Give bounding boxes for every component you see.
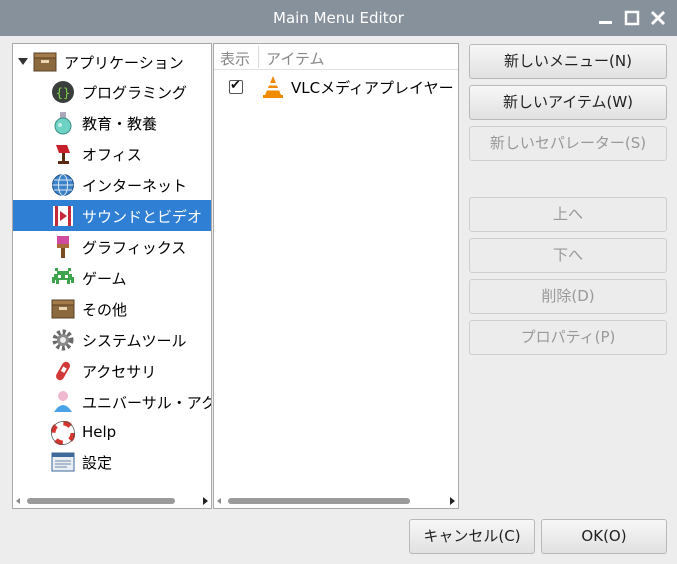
graphics-icon (51, 235, 75, 259)
tree-item-graphics[interactable]: グラフィックス (13, 231, 211, 262)
scrollbar-thumb[interactable] (27, 498, 175, 504)
settings-icon (51, 450, 75, 474)
list-item-vlc[interactable]: VLCメディアプレイヤー (214, 73, 458, 101)
tree-item-label: その他 (82, 301, 128, 319)
new-item-button[interactable]: 新しいアイテム(W) (469, 85, 667, 120)
universal-access-icon (51, 390, 75, 414)
svg-text:{}: {} (56, 86, 70, 100)
tree-item-settings[interactable]: 設定 (13, 446, 211, 477)
tree-item-internet[interactable]: インターネット (13, 169, 211, 200)
tree-item-applications[interactable]: アプリケーション (13, 46, 211, 77)
column-separator (258, 46, 259, 68)
title-bar[interactable]: Main Menu Editor (0, 0, 677, 36)
tree-item-label: ユニバーサル・アクセス (82, 394, 211, 412)
new-menu-button[interactable]: 新しいメニュー(N) (469, 44, 667, 79)
gear-icon (51, 328, 75, 352)
tree-item-label: インターネット (82, 177, 188, 195)
tree-item-sound-video[interactable]: サウンドとビデオ (13, 200, 211, 231)
move-up-button[interactable]: 上へ (469, 197, 667, 232)
tree-item-label: グラフィックス (82, 239, 187, 257)
tree-horizontal-scrollbar[interactable] (13, 494, 211, 508)
game-icon (51, 266, 75, 290)
tree-item-label: ゲーム (82, 270, 127, 288)
window-title: Main Menu Editor (273, 9, 404, 27)
delete-button[interactable]: 削除(D) (469, 279, 667, 314)
maximize-icon[interactable] (622, 8, 642, 28)
scrollbar-thumb[interactable] (228, 498, 410, 504)
box-icon (33, 50, 57, 74)
education-icon (51, 111, 75, 135)
tree-item-universal-access[interactable]: ユニバーサル・アクセス (13, 386, 211, 417)
programming-icon: {} (51, 80, 75, 104)
scroll-right-icon[interactable] (203, 497, 208, 505)
tree-item-label: 設定 (82, 454, 113, 472)
properties-button[interactable]: プロパティ(P) (469, 320, 667, 355)
globe-icon (51, 173, 75, 197)
list-item-label: VLCメディアプレイヤー (291, 79, 454, 97)
column-header-row: 表示 アイテム (214, 44, 458, 70)
scroll-left-icon[interactable] (16, 498, 20, 504)
scroll-left-icon[interactable] (217, 498, 221, 504)
close-icon[interactable] (648, 8, 668, 28)
help-icon (50, 420, 76, 446)
tree-item-system-tools[interactable]: システムツール (13, 324, 211, 355)
tree-item-education[interactable]: 教育・教養 (13, 107, 211, 138)
cancel-button[interactable]: キャンセル(C) (409, 519, 535, 554)
other-icon (51, 297, 75, 321)
tree-item-other[interactable]: その他 (13, 293, 211, 324)
expander-arrow-icon[interactable] (18, 58, 28, 65)
show-checkbox[interactable] (229, 78, 243, 94)
sound-video-icon (51, 204, 75, 228)
tree-item-office[interactable]: オフィス (13, 138, 211, 169)
tree-item-label: プログラミング (82, 84, 188, 102)
column-header-show[interactable]: 表示 (220, 48, 250, 69)
tree-item-label: アプリケーション (64, 54, 184, 72)
ok-button[interactable]: OK(O) (541, 519, 667, 554)
tree-item-label: アクセサリ (82, 363, 157, 381)
vlc-icon (261, 75, 285, 99)
minimize-icon[interactable] (596, 8, 616, 28)
scroll-right-icon[interactable] (450, 497, 455, 505)
items-horizontal-scrollbar[interactable] (214, 494, 458, 508)
office-icon (51, 142, 75, 166)
tree-item-programming[interactable]: {} プログラミング (13, 76, 211, 107)
main-menu-editor-window: Main Menu Editor アプリケーション {} プログラミング 教育・… (0, 0, 677, 564)
accessories-icon (51, 359, 75, 383)
tree-item-label: 教育・教養 (82, 115, 158, 133)
new-separator-button[interactable]: 新しいセパレーター(S) (469, 126, 667, 161)
column-header-item[interactable]: アイテム (266, 48, 325, 69)
menu-items-list[interactable]: 表示 アイテム VLCメディアプレイヤー (213, 43, 459, 509)
tree-item-help[interactable]: Help (13, 417, 211, 448)
tree-item-label: Help (82, 423, 117, 441)
move-down-button[interactable]: 下へ (469, 238, 667, 273)
tree-item-label: サウンドとビデオ (82, 208, 203, 226)
tree-item-game[interactable]: ゲーム (13, 262, 211, 293)
tree-item-accessories[interactable]: アクセサリ (13, 355, 211, 386)
menu-tree[interactable]: アプリケーション {} プログラミング 教育・教養 オフィス インターネット サ… (12, 43, 212, 509)
tree-item-label: オフィス (82, 146, 142, 164)
tree-item-label: システムツール (82, 332, 187, 350)
